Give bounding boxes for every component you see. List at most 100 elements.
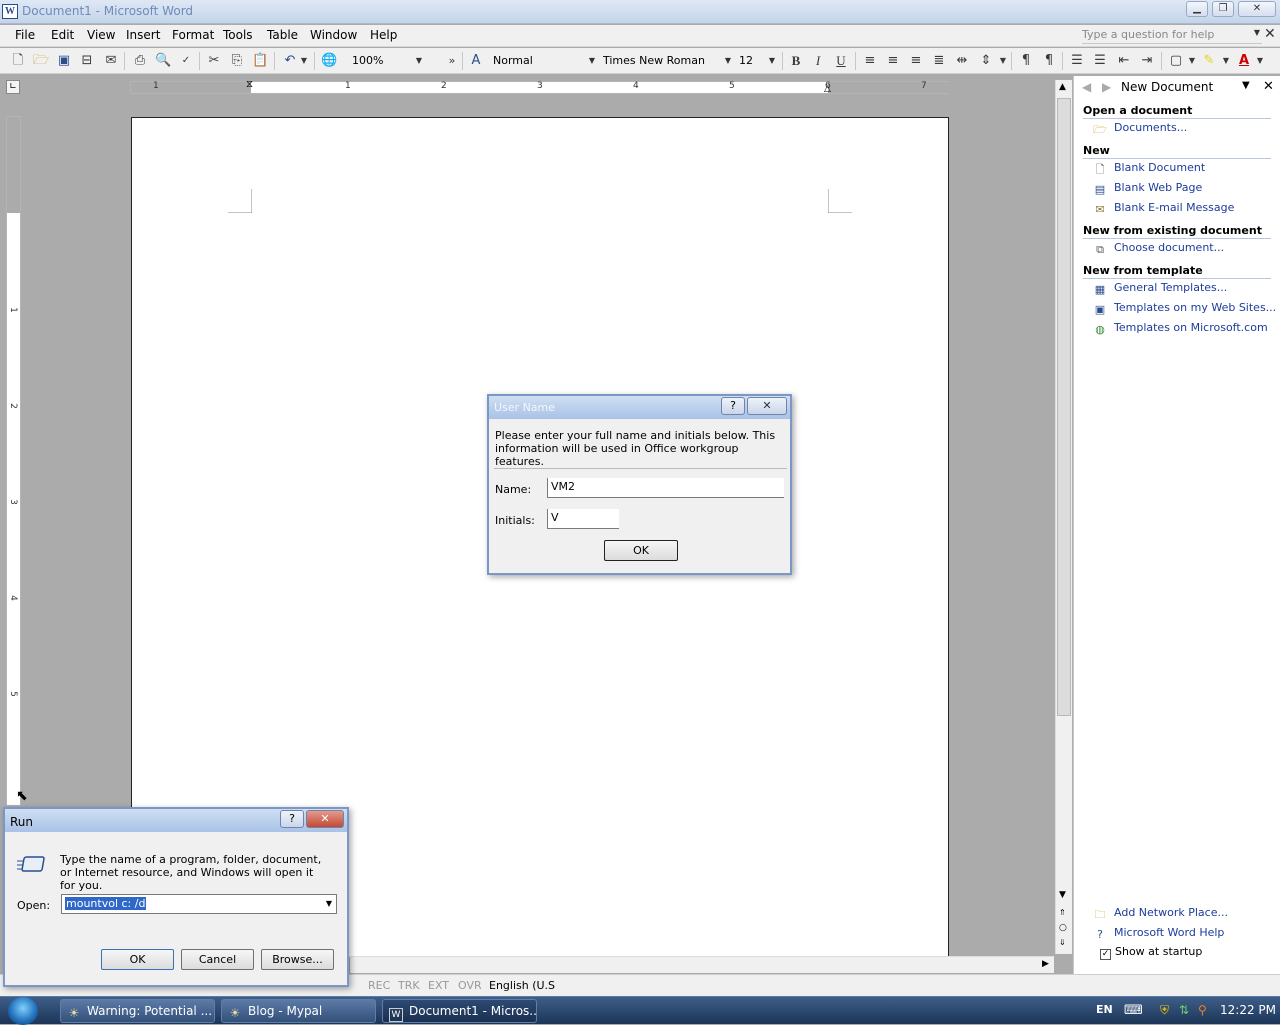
insert-hyperlink-icon[interactable]: 🌐 bbox=[321, 53, 337, 69]
browse-button[interactable]: Browse... bbox=[261, 949, 334, 970]
forward-icon[interactable]: ▶ bbox=[1102, 80, 1111, 94]
menu-window[interactable]: Window bbox=[310, 28, 357, 42]
align-center-icon[interactable]: ≡ bbox=[885, 53, 901, 69]
font-color-icon[interactable]: A bbox=[1236, 53, 1252, 69]
word-app-icon[interactable]: W bbox=[2, 4, 18, 19]
numbering-icon[interactable]: ☰ bbox=[1069, 53, 1085, 69]
menu-view[interactable]: View bbox=[87, 28, 115, 42]
new-document-icon[interactable]: 🗋 bbox=[10, 53, 26, 69]
ok-button[interactable]: OK bbox=[604, 540, 678, 561]
scroll-up-icon[interactable]: ▲ bbox=[1059, 82, 1066, 92]
chevron-down-icon[interactable]: ▼ bbox=[1252, 53, 1268, 69]
highlight-icon[interactable]: ✎ bbox=[1201, 53, 1217, 69]
show-at-startup-checkbox[interactable]: ✓ bbox=[1100, 949, 1111, 960]
toolbar-options-icon[interactable]: » bbox=[444, 53, 460, 69]
add-network-place-link[interactable]: 🗀 Add Network Place... bbox=[1092, 906, 1228, 922]
scroll-right-icon[interactable]: ▶ bbox=[1042, 959, 1049, 969]
help-question-box[interactable]: Type a question for help ▼ bbox=[1082, 28, 1262, 44]
justify-icon[interactable]: ≣ bbox=[931, 53, 947, 69]
task-pane-menu-icon[interactable]: ▼ bbox=[1242, 80, 1250, 91]
vertical-ruler[interactable]: 1 2 3 4 5 bbox=[6, 116, 21, 806]
chevron-down-icon[interactable]: ▼ bbox=[1218, 53, 1234, 69]
font-size-combo[interactable]: 12 ▼ bbox=[735, 52, 777, 70]
decrease-indent-icon[interactable]: ⇤ bbox=[1116, 53, 1132, 69]
print-preview-icon[interactable]: 🔍 bbox=[155, 53, 171, 69]
rtl-icon[interactable]: ¶ bbox=[1041, 53, 1057, 69]
dialog-title-bar[interactable]: Run ? ✕ bbox=[5, 809, 347, 832]
choose-document-link[interactable]: ⧉ Choose document... bbox=[1092, 241, 1224, 257]
menu-tools[interactable]: Tools bbox=[223, 28, 253, 42]
cut-icon[interactable]: ✂ bbox=[206, 53, 222, 69]
next-page-icon[interactable]: ⇓ bbox=[1059, 938, 1066, 947]
ovr-indicator[interactable]: OVR bbox=[458, 979, 482, 992]
tab-selector[interactable]: ∟ bbox=[6, 80, 20, 94]
cancel-button[interactable]: Cancel bbox=[181, 949, 254, 970]
security-shield-icon[interactable]: ⛨ bbox=[1160, 1003, 1169, 1018]
select-browse-object-icon[interactable]: ○ bbox=[1059, 923, 1067, 933]
restore-button[interactable]: ❐ bbox=[1212, 1, 1234, 17]
style-combo[interactable]: Normal ▼ bbox=[489, 52, 597, 70]
web-site-templates-link[interactable]: ▣ Templates on my Web Sites... bbox=[1092, 301, 1276, 317]
menu-table[interactable]: Table bbox=[267, 28, 298, 42]
language-indicator[interactable]: English (U.S bbox=[489, 979, 555, 992]
align-right-icon[interactable]: ≡ bbox=[908, 53, 924, 69]
vertical-scrollbar[interactable]: ▲ ▼ ⇑ ○ ⇓ bbox=[1055, 80, 1072, 954]
menu-format[interactable]: Format bbox=[172, 28, 214, 42]
keyboard-icon[interactable]: ⌨ bbox=[1124, 1003, 1143, 1018]
chevron-down-icon[interactable]: ▼ bbox=[1184, 53, 1200, 69]
blank-web-page-link[interactable]: ▤ Blank Web Page bbox=[1092, 181, 1203, 197]
open-combo[interactable]: mountvol c: /d ▼ bbox=[61, 894, 337, 914]
bold-button[interactable]: B bbox=[788, 53, 804, 69]
print-icon[interactable]: ⎙ bbox=[132, 53, 148, 69]
blank-document-link[interactable]: 🗋 Blank Document bbox=[1092, 161, 1206, 177]
email-icon[interactable]: ✉ bbox=[103, 53, 119, 69]
name-input[interactable]: VM2 bbox=[547, 478, 784, 498]
help-button[interactable]: ? bbox=[280, 810, 304, 828]
network-icon[interactable]: ⇅ bbox=[1179, 1003, 1189, 1017]
menu-insert[interactable]: Insert bbox=[126, 28, 160, 42]
ltr-icon[interactable]: ¶ bbox=[1018, 53, 1034, 69]
chevron-down-icon[interactable]: ▼ bbox=[769, 52, 775, 69]
align-left-icon[interactable]: ≡ bbox=[862, 53, 878, 69]
font-combo[interactable]: Times New Roman ▼ bbox=[599, 52, 733, 70]
chevron-down-icon[interactable]: ▼ bbox=[995, 53, 1011, 69]
right-indent-marker-icon[interactable]: △ bbox=[824, 84, 831, 94]
menu-edit[interactable]: Edit bbox=[51, 28, 74, 42]
previous-page-icon[interactable]: ⇑ bbox=[1059, 908, 1066, 917]
save-icon[interactable]: ▣ bbox=[56, 53, 72, 69]
scroll-down-icon[interactable]: ▼ bbox=[1059, 890, 1066, 900]
open-input-value[interactable]: mountvol c: /d bbox=[65, 897, 147, 910]
copy-icon[interactable]: ⎘ bbox=[229, 53, 245, 69]
increase-indent-icon[interactable]: ⇥ bbox=[1139, 53, 1155, 69]
distributed-icon[interactable]: ⇹ bbox=[954, 53, 970, 69]
line-spacing-icon[interactable]: ⇕ bbox=[978, 53, 994, 69]
undo-dropdown-icon[interactable]: ▼ bbox=[296, 53, 312, 69]
chevron-down-icon[interactable]: ▼ bbox=[1254, 28, 1260, 37]
close-button[interactable]: ✕ bbox=[747, 397, 787, 415]
menu-file[interactable]: File bbox=[15, 28, 35, 42]
open-folder-icon[interactable]: 🗁 bbox=[33, 53, 49, 69]
close-button[interactable]: ✕ bbox=[306, 810, 344, 828]
chevron-down-icon[interactable]: ▼ bbox=[416, 52, 422, 69]
clock[interactable]: 12:22 PM bbox=[1220, 1003, 1276, 1017]
taskbar-button-blog[interactable]: ☀ Blog - Mypal bbox=[221, 999, 376, 1023]
back-icon[interactable]: ◀ bbox=[1082, 80, 1091, 94]
ok-button[interactable]: OK bbox=[101, 949, 174, 970]
rec-indicator[interactable]: REC bbox=[368, 979, 390, 992]
close-icon[interactable]: ✕ bbox=[1263, 79, 1274, 94]
ext-indicator[interactable]: EXT bbox=[428, 979, 449, 992]
spelling-icon[interactable]: ✓ bbox=[178, 53, 194, 69]
underline-button[interactable]: U bbox=[833, 53, 849, 69]
styles-formatting-icon[interactable]: A bbox=[468, 53, 484, 69]
general-templates-link[interactable]: ▦ General Templates... bbox=[1092, 281, 1227, 297]
show-at-startup-option[interactable]: ✓ Show at startup bbox=[1100, 945, 1202, 960]
horizontal-scrollbar[interactable]: ▶ bbox=[350, 956, 1054, 973]
start-button[interactable] bbox=[8, 997, 38, 1025]
borders-icon[interactable]: ▢ bbox=[1168, 53, 1184, 69]
trk-indicator[interactable]: TRK bbox=[398, 979, 420, 992]
close-document-icon[interactable]: ✕ bbox=[1264, 26, 1276, 42]
search-icon[interactable]: ⚲ bbox=[1198, 1003, 1207, 1017]
italic-button[interactable]: I bbox=[810, 53, 826, 69]
chevron-down-icon[interactable]: ▼ bbox=[725, 52, 731, 69]
minimize-button[interactable]: ▁ bbox=[1186, 1, 1208, 17]
